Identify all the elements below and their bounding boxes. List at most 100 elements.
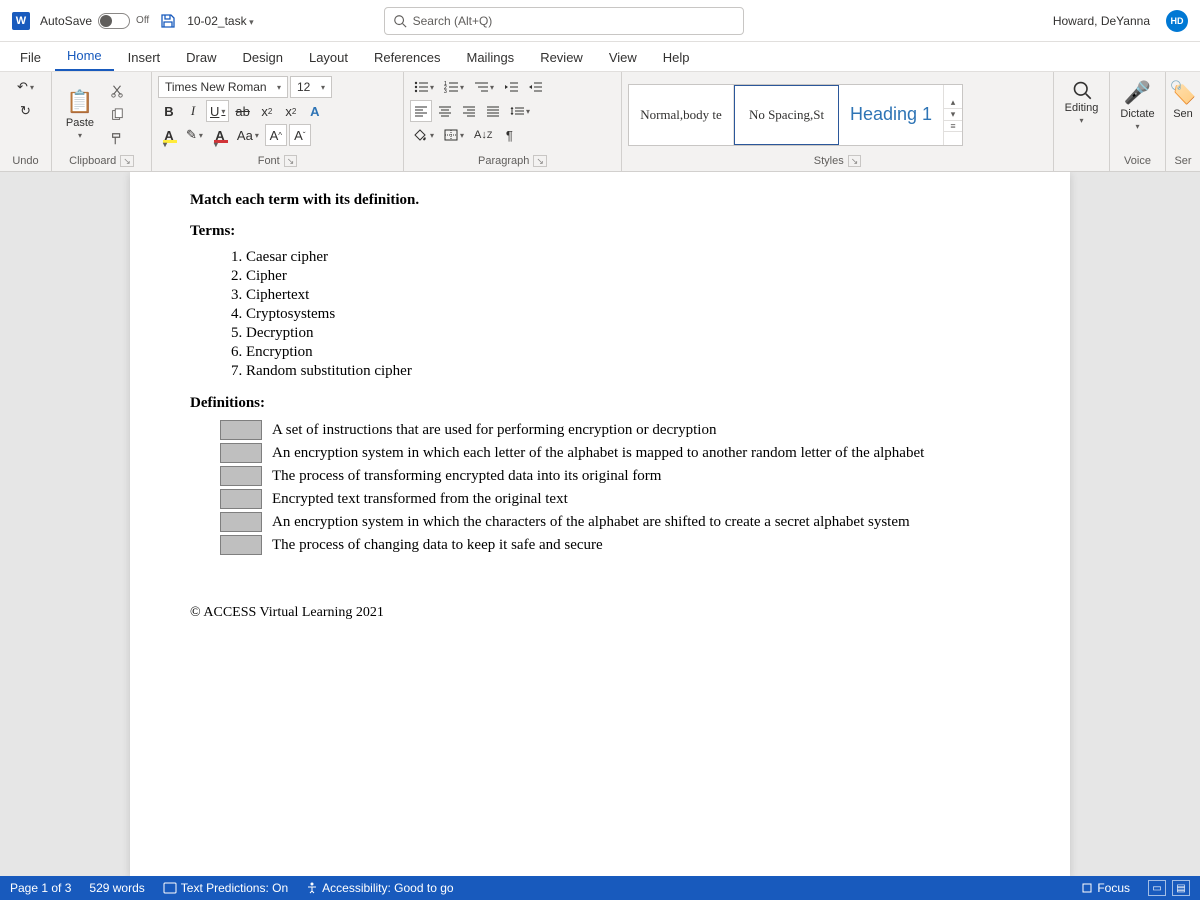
justify-button[interactable] — [482, 100, 504, 122]
multilevel-list-button[interactable] — [470, 76, 498, 98]
format-painter-button[interactable] — [106, 128, 128, 150]
highlight-button[interactable]: A — [158, 124, 180, 146]
shrink-font-button[interactable]: Aˇ — [289, 124, 311, 146]
svg-text:3: 3 — [444, 89, 447, 93]
underline-button[interactable]: U — [206, 100, 229, 122]
font-size-combo[interactable]: 12▾ — [290, 76, 332, 98]
answer-box[interactable] — [220, 443, 262, 463]
show-marks-button[interactable]: ¶ — [498, 124, 520, 146]
style-no-spacing[interactable]: No Spacing,St — [734, 85, 839, 145]
redo-button[interactable]: ↻ — [15, 100, 37, 122]
strikethrough-button[interactable]: ab — [231, 100, 253, 122]
dictate-button[interactable]: 🎤 Dictate ▾ — [1116, 76, 1160, 135]
align-center-button[interactable] — [434, 100, 456, 122]
answer-box[interactable] — [220, 466, 262, 486]
sensitivity-icon: 🏷️ — [1169, 80, 1196, 106]
group-editing: Editing ▾ — [1054, 72, 1110, 171]
clipboard-dialog-launcher[interactable]: ↘ — [120, 155, 134, 167]
user-name[interactable]: Howard, DeYanna — [1053, 14, 1150, 28]
superscript-button[interactable]: x2 — [280, 100, 302, 122]
list-item: Encryption — [246, 343, 1010, 362]
style-normal[interactable]: Normal,body te — [629, 85, 734, 145]
focus-mode-button[interactable]: Focus — [1081, 881, 1130, 895]
font-color-pen-button[interactable]: ✎ — [182, 124, 207, 146]
answer-box[interactable] — [220, 489, 262, 509]
align-left-button[interactable] — [410, 100, 432, 122]
list-item: Cipher — [246, 267, 1010, 286]
tab-mailings[interactable]: Mailings — [455, 44, 527, 71]
word-app-icon: W — [12, 12, 30, 30]
line-spacing-button[interactable] — [506, 100, 534, 122]
save-icon[interactable] — [159, 12, 177, 30]
sensitivity-button[interactable]: 🏷️ Sen — [1161, 76, 1200, 124]
borders-button[interactable] — [440, 124, 468, 146]
grow-font-button[interactable]: A^ — [265, 124, 287, 146]
style-heading-1[interactable]: Heading 1 — [839, 85, 944, 145]
cut-button[interactable] — [106, 80, 128, 102]
text-predictions-status[interactable]: Text Predictions: On — [163, 881, 288, 895]
font-dialog-launcher[interactable]: ↘ — [284, 155, 298, 167]
tab-review[interactable]: Review — [528, 44, 595, 71]
definition-row: A set of instructions that are used for … — [220, 420, 1010, 440]
bullets-button[interactable] — [410, 76, 438, 98]
group-undo-label: Undo — [6, 153, 45, 169]
document-area[interactable]: Match each term with its definition. Ter… — [0, 172, 1200, 876]
page-indicator[interactable]: Page 1 of 3 — [10, 881, 71, 895]
tab-home[interactable]: Home — [55, 42, 114, 71]
autosave-toggle[interactable]: AutoSave Off — [40, 13, 149, 29]
paragraph-dialog-launcher[interactable]: ↘ — [533, 155, 547, 167]
answer-box[interactable] — [220, 420, 262, 440]
text-effects-button[interactable]: A — [304, 100, 326, 122]
search-box[interactable]: Search (Alt+Q) — [384, 7, 744, 35]
find-icon — [1072, 80, 1092, 100]
decrease-indent-button[interactable] — [500, 76, 522, 98]
page[interactable]: Match each term with its definition. Ter… — [130, 172, 1070, 876]
toggle-switch[interactable] — [98, 13, 130, 29]
tab-layout[interactable]: Layout — [297, 44, 360, 71]
undo-button[interactable]: ↶ — [13, 76, 38, 98]
increase-indent-button[interactable] — [524, 76, 546, 98]
copy-button[interactable] — [106, 104, 128, 126]
terms-heading: Terms: — [190, 223, 1010, 240]
answer-box[interactable] — [220, 535, 262, 555]
gallery-up-icon[interactable]: ▴ — [944, 97, 962, 109]
styles-gallery-nav: ▴ ▾ ≡ — [944, 97, 962, 132]
align-right-button[interactable] — [458, 100, 480, 122]
group-font-label: Font — [258, 155, 280, 167]
copyright-text: © ACCESS Virtual Learning 2021 — [190, 605, 1010, 621]
gallery-down-icon[interactable]: ▾ — [944, 109, 962, 121]
ribbon-tabs: File Home Insert Draw Design Layout Refe… — [0, 42, 1200, 72]
numbering-button[interactable]: 123 — [440, 76, 468, 98]
tab-insert[interactable]: Insert — [116, 44, 173, 71]
change-case-button[interactable]: Aa — [233, 124, 263, 146]
tab-design[interactable]: Design — [231, 44, 295, 71]
bold-button[interactable]: B — [158, 100, 180, 122]
italic-button[interactable]: I — [182, 100, 204, 122]
print-layout-icon[interactable]: ▤ — [1172, 880, 1190, 896]
document-filename[interactable]: 10-02_task — [187, 14, 253, 28]
read-mode-icon[interactable]: ▭ — [1148, 880, 1166, 896]
paste-button[interactable]: 📋 Paste ▾ — [58, 85, 102, 144]
definition-row: The process of transforming encrypted da… — [220, 466, 1010, 486]
tab-view[interactable]: View — [597, 44, 649, 71]
font-name-combo[interactable]: Times New Roman▾ — [158, 76, 288, 98]
find-button[interactable]: Editing ▾ — [1060, 76, 1104, 129]
gallery-more-icon[interactable]: ≡ — [944, 121, 962, 132]
word-count[interactable]: 529 words — [89, 881, 144, 895]
accessibility-icon — [306, 882, 318, 894]
subscript-button[interactable]: x2 — [256, 100, 278, 122]
shading-button[interactable] — [410, 124, 438, 146]
font-color-button[interactable]: A — [209, 124, 231, 146]
tab-draw[interactable]: Draw — [174, 44, 228, 71]
avatar[interactable]: HD — [1166, 10, 1188, 32]
tab-file[interactable]: File — [8, 44, 53, 71]
tab-help[interactable]: Help — [651, 44, 702, 71]
styles-dialog-launcher[interactable]: ↘ — [848, 155, 862, 167]
styles-gallery: Normal,body te No Spacing,St Heading 1 ▴… — [628, 84, 963, 146]
sort-button[interactable]: A↓Z — [470, 124, 496, 146]
group-paragraph-label: Paragraph — [478, 155, 529, 167]
accessibility-status[interactable]: Accessibility: Good to go — [306, 881, 453, 895]
tab-references[interactable]: References — [362, 44, 452, 71]
status-bar: Page 1 of 3 529 words Text Predictions: … — [0, 876, 1200, 900]
answer-box[interactable] — [220, 512, 262, 532]
